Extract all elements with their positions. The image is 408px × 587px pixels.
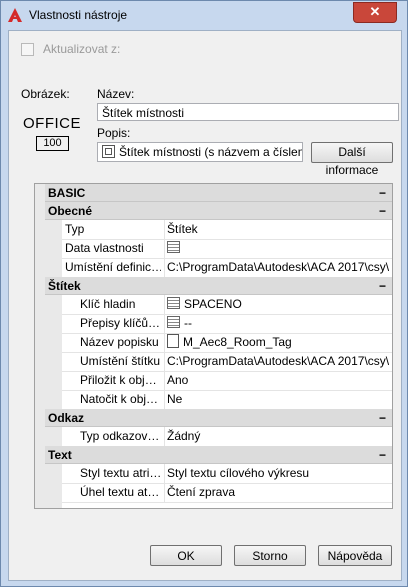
title-bar[interactable]: Vlastnosti nástroje ✕ <box>1 1 407 30</box>
table-icon[interactable] <box>167 241 180 253</box>
cancel-button[interactable]: Storno <box>234 545 306 566</box>
ok-button[interactable]: OK <box>150 545 222 566</box>
section-reference[interactable]: Odkaz − <box>45 409 392 427</box>
window-title: Vlastnosti nástroje <box>29 8 128 22</box>
tag-icon[interactable] <box>167 334 179 348</box>
row-gutter <box>45 427 62 446</box>
section-basic[interactable]: BASIC − <box>45 184 392 202</box>
property-row[interactable]: Styl textu atri… Styl textu cílového výkr… <box>62 464 392 484</box>
dialog-client-area: Aktualizovat z: Obrázek: OFFICE 100 Náze… <box>8 30 402 581</box>
row-gutter <box>45 220 62 277</box>
section-text[interactable]: Text − <box>45 446 392 464</box>
property-key: Typ odkazov… <box>80 429 160 443</box>
property-row[interactable]: Úhel textu at… Čtení zprava <box>62 483 392 503</box>
section-title: Text <box>48 448 72 462</box>
row-gutter <box>45 295 62 409</box>
property-row[interactable]: Přepisy klíčů… -- <box>62 314 392 334</box>
description-value: Štítek místnosti (s názvem a číslem <box>119 145 303 159</box>
tool-image-number: 100 <box>36 136 69 151</box>
autocad-logo-icon <box>8 8 22 22</box>
property-value: C:\ProgramData\Autodesk\ACA 2017\csy\St… <box>167 354 389 368</box>
description-field[interactable]: Štítek místnosti (s názvem a číslem <box>97 142 303 162</box>
property-row[interactable]: Umístění štítku C:\ProgramData\Autodesk\A… <box>62 352 392 372</box>
section-tag[interactable]: Štítek − <box>45 277 392 295</box>
property-key: Umístění definic… <box>65 260 161 274</box>
table-icon[interactable] <box>167 297 180 309</box>
name-label: Název: <box>97 87 135 101</box>
property-key: Data vlastnosti <box>65 241 144 255</box>
section-title: Obecné <box>48 204 93 218</box>
property-key: Styl textu atri… <box>80 466 161 480</box>
collapse-icon[interactable]: − <box>379 409 386 427</box>
section-title: BASIC <box>48 186 86 200</box>
property-row[interactable]: Název popisku M_Aec8_Room_Tag <box>62 333 392 353</box>
collapse-icon[interactable]: − <box>379 446 386 464</box>
property-row[interactable]: Data vlastnosti <box>62 239 392 259</box>
property-value: Žádný <box>167 429 201 443</box>
property-key: Přepisy klíčů… <box>80 316 161 330</box>
property-row[interactable]: Umístění definic… C:\ProgramData\Autodesk… <box>62 258 392 278</box>
property-key: Název popisku <box>80 335 159 349</box>
property-key: Přiložit k obj… <box>80 373 157 387</box>
property-value: -- <box>184 316 192 330</box>
collapse-icon[interactable]: − <box>379 277 386 295</box>
close-button[interactable]: ✕ <box>353 2 397 23</box>
section-title: Štítek <box>48 279 81 293</box>
properties-dialog: Vlastnosti nástroje ✕ Aktualizovat z: Ob… <box>0 0 408 587</box>
property-value: Štítek <box>167 222 198 236</box>
help-button[interactable]: Nápověda <box>318 545 392 566</box>
update-checkbox[interactable] <box>21 43 34 56</box>
image-label: Obrázek: <box>21 87 70 101</box>
property-value: SPACENO <box>184 297 242 311</box>
property-value: Styl textu cílového výkresu <box>167 466 310 480</box>
row-gutter <box>45 464 62 508</box>
property-row[interactable]: Přiložit k obj… Ano <box>62 371 392 391</box>
property-key: Úhel textu at… <box>80 485 160 499</box>
property-row[interactable]: Typ odkazov… Žádný <box>62 427 392 447</box>
property-key: Umístění štítku <box>80 354 161 368</box>
more-info-button[interactable]: Další informace <box>311 142 393 177</box>
collapse-icon[interactable]: − <box>379 184 386 202</box>
description-edit-icon[interactable] <box>102 145 115 158</box>
property-value: Čtení zprava <box>167 485 236 499</box>
property-row[interactable]: Typ Štítek <box>62 220 392 240</box>
property-key: Natočit k obj… <box>80 392 159 406</box>
property-value: C:\ProgramData\Autodesk\ACA 2017\csy\St… <box>167 260 389 274</box>
property-row[interactable]: Klíč hladin SPACENO <box>62 295 392 315</box>
table-icon[interactable] <box>167 316 180 328</box>
property-key: Typ <box>65 222 85 236</box>
property-key: Klíč hladin <box>80 297 136 311</box>
description-label: Popis: <box>97 126 131 140</box>
name-input[interactable]: Štítek místnosti <box>97 103 399 121</box>
collapse-icon[interactable]: − <box>379 202 386 220</box>
property-grid: BASIC − Obecné − Typ Štítek Data vlastnosti… <box>34 183 393 509</box>
tool-image-text: OFFICE <box>23 115 81 132</box>
property-value: Ne <box>167 392 183 406</box>
update-checkbox-label: Aktualizovat z: <box>43 42 121 56</box>
grid-gutter <box>35 184 45 508</box>
property-row[interactable]: Natočit k obj… Ne <box>62 390 392 410</box>
property-value: M_Aec8_Room_Tag <box>183 335 292 349</box>
section-title: Odkaz <box>48 411 85 425</box>
property-value: Ano <box>167 373 189 387</box>
section-general[interactable]: Obecné − <box>45 202 392 220</box>
